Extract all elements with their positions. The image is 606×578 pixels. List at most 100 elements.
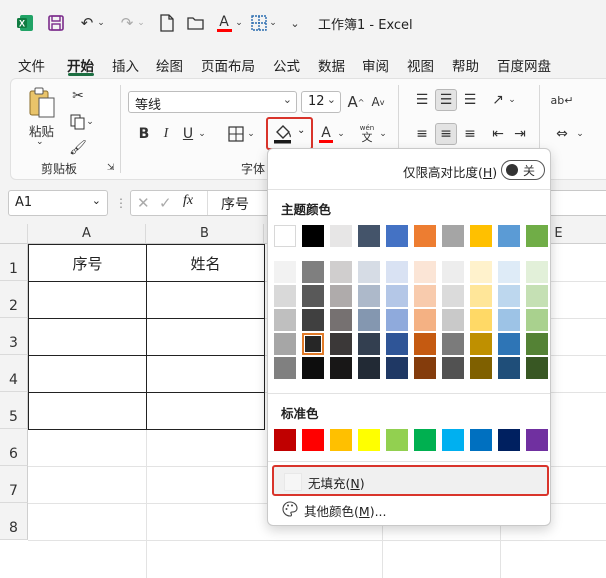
bold-button[interactable]: B [133, 123, 155, 145]
color-swatch[interactable] [302, 225, 324, 247]
color-swatch[interactable] [470, 357, 492, 379]
menu-formulas[interactable]: 公式 [273, 55, 300, 75]
color-swatch[interactable] [526, 285, 548, 307]
color-swatch[interactable] [414, 333, 436, 355]
copy-dropdown-icon[interactable]: ⌄ [85, 111, 95, 133]
color-swatch[interactable] [414, 225, 436, 247]
color-swatch[interactable] [498, 285, 520, 307]
redo-dropdown-icon[interactable]: ⌄ [136, 12, 146, 34]
color-swatch[interactable] [442, 225, 464, 247]
align-top-icon[interactable]: ☰ [411, 89, 433, 111]
color-swatch[interactable] [498, 309, 520, 331]
color-swatch[interactable] [470, 309, 492, 331]
color-swatch[interactable] [274, 309, 296, 331]
color-swatch[interactable] [498, 225, 520, 247]
italic-button[interactable]: I [155, 123, 177, 145]
row-header[interactable]: 4 [0, 355, 28, 392]
color-swatch[interactable] [330, 333, 352, 355]
color-swatch[interactable] [386, 309, 408, 331]
color-swatch[interactable] [358, 429, 380, 451]
save-icon[interactable] [45, 12, 67, 34]
color-swatch[interactable] [470, 429, 492, 451]
row-header[interactable]: 5 [0, 392, 28, 429]
menu-view[interactable]: 视图 [407, 55, 434, 75]
menu-insert[interactable]: 插入 [112, 55, 139, 75]
undo-dropdown-icon[interactable]: ⌄ [96, 12, 106, 34]
color-swatch[interactable] [526, 333, 548, 355]
cell-b1[interactable]: 姓名 [147, 253, 264, 274]
color-swatch[interactable] [274, 285, 296, 307]
color-swatch[interactable] [526, 261, 548, 283]
color-swatch[interactable] [274, 261, 296, 283]
redo-icon[interactable]: ↷ [116, 12, 138, 34]
color-swatch[interactable] [302, 357, 324, 379]
row-header[interactable]: 1 [0, 244, 28, 281]
underline-button[interactable]: U [177, 123, 199, 145]
font-color-dropdown-icon[interactable]: ⌄ [336, 123, 346, 145]
high-contrast-toggle[interactable]: 关 [501, 160, 545, 180]
row-header[interactable]: 7 [0, 466, 28, 503]
name-box[interactable]: A1 ⌄ [8, 190, 108, 216]
color-swatch[interactable] [470, 333, 492, 355]
menu-home[interactable]: 开始 [67, 55, 94, 75]
menu-data[interactable]: 数据 [318, 55, 345, 75]
orientation-icon[interactable]: ↗ [487, 89, 509, 111]
column-header[interactable]: A [28, 224, 146, 244]
borders-quick-dropdown-icon[interactable]: ⌄ [268, 12, 278, 34]
shrink-font-button[interactable]: Av [367, 91, 389, 113]
decrease-indent-icon[interactable]: ⇤ [487, 123, 509, 145]
row-header[interactable]: 2 [0, 281, 28, 318]
color-swatch[interactable] [414, 429, 436, 451]
select-all-corner[interactable] [0, 224, 28, 244]
paste-icon[interactable] [27, 87, 57, 119]
wrap-text-icon[interactable]: ab↵ [551, 89, 574, 111]
align-middle-icon[interactable]: ☰ [435, 89, 457, 111]
color-swatch[interactable] [330, 261, 352, 283]
color-swatch[interactable] [274, 429, 296, 451]
font-color-quick-dropdown-icon[interactable]: ⌄ [234, 12, 244, 34]
color-swatch[interactable] [358, 357, 380, 379]
menu-draw[interactable]: 绘图 [156, 55, 183, 75]
color-swatch[interactable] [358, 261, 380, 283]
undo-icon[interactable]: ↶ [76, 12, 98, 34]
enter-icon[interactable]: ✓ [159, 194, 172, 212]
color-swatch[interactable] [358, 333, 380, 355]
column-header[interactable]: B [146, 224, 264, 244]
color-swatch[interactable] [386, 261, 408, 283]
color-swatch[interactable] [386, 225, 408, 247]
format-painter-icon[interactable]: 🖌 [67, 137, 89, 159]
align-right-icon[interactable]: ≡ [459, 123, 481, 145]
color-swatch[interactable] [302, 261, 324, 283]
color-swatch[interactable] [442, 429, 464, 451]
color-swatch[interactable] [442, 333, 464, 355]
color-swatch[interactable] [358, 309, 380, 331]
color-swatch[interactable] [470, 285, 492, 307]
menu-page-layout[interactable]: 页面布局 [201, 55, 255, 75]
color-swatch[interactable] [498, 429, 520, 451]
color-swatch[interactable] [526, 309, 548, 331]
color-swatch[interactable] [386, 285, 408, 307]
font-name-combo[interactable]: 等线 ⌄ [128, 91, 297, 113]
color-swatch[interactable] [442, 261, 464, 283]
color-swatch[interactable] [386, 429, 408, 451]
borders-icon[interactable] [225, 123, 247, 145]
color-swatch[interactable] [302, 429, 324, 451]
color-swatch[interactable] [526, 429, 548, 451]
phonetic-dropdown-icon[interactable]: ⌄ [378, 123, 388, 145]
menu-file[interactable]: 文件 [18, 55, 45, 75]
phonetic-guide-button[interactable]: wén 文 [355, 123, 379, 145]
color-swatch[interactable] [386, 357, 408, 379]
align-center-icon[interactable]: ≡ [435, 123, 457, 145]
color-swatch[interactable] [330, 309, 352, 331]
color-swatch[interactable] [414, 357, 436, 379]
orientation-dropdown-icon[interactable]: ⌄ [507, 89, 517, 111]
color-swatch[interactable] [330, 357, 352, 379]
cell-a1[interactable]: 序号 [29, 253, 146, 274]
grow-font-button[interactable]: A ^ [345, 91, 367, 113]
align-left-icon[interactable]: ≡ [411, 123, 433, 145]
color-swatch[interactable] [358, 225, 380, 247]
cut-icon[interactable]: ✂ [67, 85, 89, 107]
font-color-button[interactable]: A [315, 123, 337, 145]
merge-dropdown-icon[interactable]: ⌄ [575, 123, 585, 145]
row-header[interactable]: 3 [0, 318, 28, 355]
